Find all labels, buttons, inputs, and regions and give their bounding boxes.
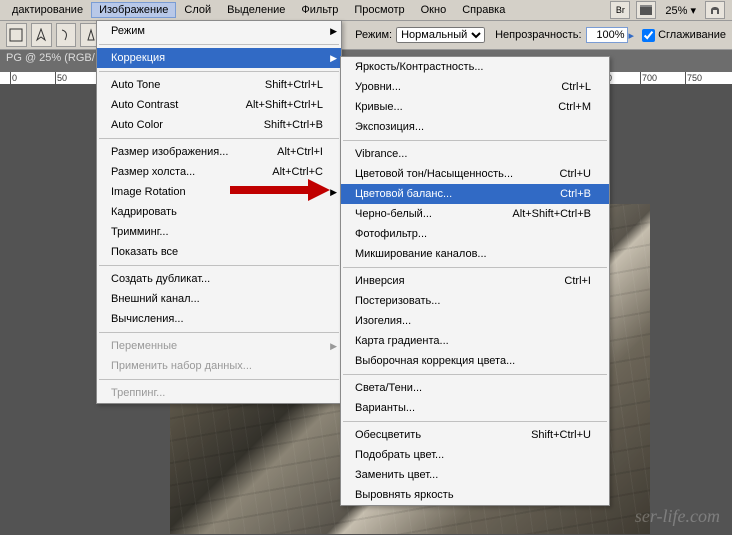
menu-item[interactable]: Вычисления... [97, 309, 341, 329]
menu-item: Треппинг... [97, 383, 341, 403]
menu-item[interactable]: ИнверсияCtrl+I [341, 271, 609, 291]
menu-item[interactable]: Vibrance... [341, 144, 609, 164]
menu-item[interactable]: Кривые...Ctrl+M [341, 97, 609, 117]
tool-icon-2[interactable] [31, 23, 52, 47]
bridge-icon[interactable]: Br [610, 1, 630, 19]
opacity-label: Непрозрачность: [495, 29, 581, 41]
mode-label: Режим: [355, 29, 392, 41]
menu-item[interactable]: Показать все [97, 242, 341, 262]
menu-item[interactable]: Цветовой тон/Насыщенность...Ctrl+U [341, 164, 609, 184]
menu-item[interactable]: Создать дубликат... [97, 269, 341, 289]
opacity-arrow-icon[interactable]: ▸ [629, 29, 635, 42]
menu-item[interactable]: Image Rotation▶ [97, 182, 341, 202]
screen-mode-icon[interactable] [636, 1, 656, 19]
menu-item[interactable]: Фотофильтр... [341, 224, 609, 244]
menu-item[interactable]: Размер холста...Alt+Ctrl+C [97, 162, 341, 182]
menu-item[interactable]: Микширование каналов... [341, 244, 609, 264]
image-menu-dropdown: Режим▶Коррекция▶Auto ToneShift+Ctrl+LAut… [96, 20, 342, 404]
menu-просмотр[interactable]: Просмотр [346, 2, 412, 18]
menu-item[interactable]: Коррекция▶ [97, 48, 341, 68]
menu-item[interactable]: Заменить цвет... [341, 465, 609, 485]
tool-icon-3[interactable] [56, 23, 77, 47]
smooth-checkbox[interactable] [642, 29, 655, 42]
opacity-input[interactable] [586, 27, 628, 43]
menu-item[interactable]: Яркость/Контрастность... [341, 57, 609, 77]
menu-item[interactable]: Подобрать цвет... [341, 445, 609, 465]
menu-item[interactable]: Изогелия... [341, 311, 609, 331]
menu-item[interactable]: Уровни...Ctrl+L [341, 77, 609, 97]
menu-item[interactable]: Карта градиента... [341, 331, 609, 351]
menu-item[interactable]: Экспозиция... [341, 117, 609, 137]
menu-item[interactable]: Auto ContrastAlt+Shift+Ctrl+L [97, 95, 341, 115]
menu-item[interactable]: Размер изображения...Alt+Ctrl+I [97, 142, 341, 162]
menu-item[interactable]: ОбесцветитьShift+Ctrl+U [341, 425, 609, 445]
hand-tool-icon[interactable] [705, 1, 725, 19]
menu-справка[interactable]: Справка [454, 2, 513, 18]
menu-item[interactable]: Варианты... [341, 398, 609, 418]
zoom-level[interactable]: 25% ▾ [665, 4, 696, 17]
menu-item[interactable]: Внешний канал... [97, 289, 341, 309]
menu-дактирование[interactable]: дактирование [4, 2, 91, 18]
tool-icon-1[interactable] [6, 23, 27, 47]
submenu-arrow-icon: ▶ [330, 187, 337, 198]
menu-item: Переменные▶ [97, 336, 341, 356]
menu-item[interactable]: Режим▶ [97, 21, 341, 41]
menubar: дактированиеИзображениеСлойВыделениеФиль… [0, 0, 732, 21]
menu-item[interactable]: Тримминг... [97, 222, 341, 242]
menu-item[interactable]: Auto ToneShift+Ctrl+L [97, 75, 341, 95]
submenu-arrow-icon: ▶ [330, 53, 337, 64]
menu-item[interactable]: Света/Тени... [341, 378, 609, 398]
submenu-arrow-icon: ▶ [330, 341, 337, 352]
menu-item[interactable]: Черно-белый...Alt+Shift+Ctrl+B [341, 204, 609, 224]
menu-изображение[interactable]: Изображение [91, 2, 176, 18]
menu-item[interactable]: Auto ColorShift+Ctrl+B [97, 115, 341, 135]
adjustments-submenu: Яркость/Контрастность...Уровни...Ctrl+LК… [340, 56, 610, 506]
menu-item[interactable]: Кадрировать [97, 202, 341, 222]
menu-item[interactable]: Выровнять яркость [341, 485, 609, 505]
submenu-arrow-icon: ▶ [330, 26, 337, 37]
menu-окно[interactable]: Окно [413, 2, 455, 18]
smooth-label: Сглаживание [658, 29, 726, 41]
menu-item[interactable]: Цветовой баланс...Ctrl+B [341, 184, 609, 204]
menu-слой[interactable]: Слой [176, 2, 219, 18]
blend-mode-select[interactable]: Нормальный [396, 27, 485, 43]
menu-item: Применить набор данных... [97, 356, 341, 376]
menu-выделение[interactable]: Выделение [219, 2, 293, 18]
menu-item[interactable]: Выборочная коррекция цвета... [341, 351, 609, 371]
menu-item[interactable]: Постеризовать... [341, 291, 609, 311]
menu-фильтр[interactable]: Фильтр [293, 2, 346, 18]
